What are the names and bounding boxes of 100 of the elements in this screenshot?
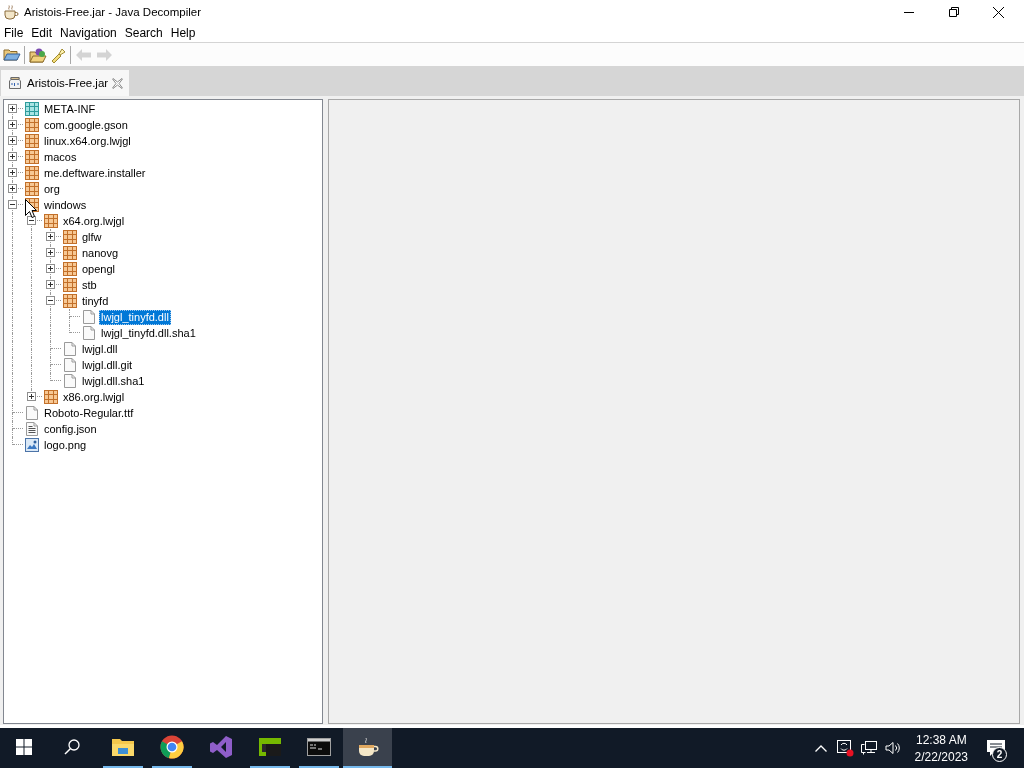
menu-item[interactable]: File <box>0 24 28 42</box>
tree-item[interactable]: logo.png <box>42 437 89 453</box>
taskbar-app[interactable] <box>343 728 392 768</box>
plus-icon <box>48 282 53 287</box>
chevron-up-icon <box>814 744 827 752</box>
plus-icon <box>48 250 53 255</box>
expand-toggle[interactable] <box>27 392 36 401</box>
file-icon <box>63 374 77 388</box>
tree-item[interactable]: linux.x64.org.lwjgl <box>42 133 133 149</box>
menu-item[interactable]: Edit <box>27 24 57 42</box>
plus-icon <box>10 170 15 175</box>
plus-icon <box>10 138 15 143</box>
minimize-icon <box>903 11 914 13</box>
tree-item[interactable]: org <box>42 181 62 197</box>
tree-item[interactable]: windows <box>42 197 89 213</box>
expand-toggle[interactable] <box>46 248 55 257</box>
restore-icon <box>948 7 959 17</box>
terminal-icon <box>306 738 331 756</box>
expand-toggle[interactable] <box>8 168 17 177</box>
tree-item[interactable]: me.deftware.installer <box>42 165 148 181</box>
infinity-ribbon-icon <box>208 735 233 759</box>
file-icon <box>63 358 77 372</box>
expand-toggle[interactable] <box>8 200 17 209</box>
square-logo-icon <box>258 738 281 756</box>
close-icon <box>112 77 124 89</box>
expand-toggle[interactable] <box>46 232 55 241</box>
menu-item[interactable]: Search <box>120 24 167 42</box>
minus-icon <box>10 202 15 207</box>
tree-item[interactable]: META-INF <box>42 101 98 117</box>
windows-logo-icon <box>16 739 32 755</box>
plus-icon <box>10 154 15 159</box>
expand-toggle[interactable] <box>8 104 17 113</box>
search-icon <box>64 739 80 755</box>
right-arrow-icon <box>95 46 113 63</box>
file-icon <box>82 326 96 340</box>
file-icon <box>25 406 39 420</box>
image-file-icon <box>25 438 39 452</box>
notification-count: 2 <box>992 747 1007 762</box>
package-icon <box>44 390 58 404</box>
package-icon <box>25 166 39 180</box>
expand-toggle[interactable] <box>8 120 17 129</box>
tree-item[interactable]: stb <box>80 277 99 293</box>
minus-icon <box>29 218 34 223</box>
plus-icon <box>29 394 34 399</box>
grid-icon <box>25 102 39 116</box>
tree-item[interactable]: lwjgl_tinyfd.dll.sha1 <box>99 325 198 341</box>
plus-icon <box>10 106 15 111</box>
package-icon <box>63 294 77 308</box>
package-icon <box>25 182 39 196</box>
file-icon <box>82 310 96 324</box>
tree-item[interactable]: lwjgl.dll.sha1 <box>80 373 147 389</box>
sync-window-icon <box>835 739 854 757</box>
tree-item[interactable]: glfw <box>80 229 104 245</box>
browser-icon <box>159 735 184 759</box>
package-icon <box>63 246 77 260</box>
coffee-cup-icon <box>356 736 379 758</box>
network-icon <box>859 740 878 756</box>
close-icon <box>993 6 1004 18</box>
jar-icon <box>8 76 22 90</box>
menu-item[interactable]: Navigation <box>56 24 121 42</box>
package-icon <box>25 150 39 164</box>
expand-toggle[interactable] <box>46 296 55 305</box>
clock[interactable]: 12:38 AM 2/22/2023 <box>906 732 976 764</box>
tree-item[interactable]: opengl <box>80 261 118 277</box>
speaker-icon <box>884 741 901 755</box>
notification-button[interactable]: 2 <box>976 728 1024 768</box>
tree-item[interactable]: lwjgl.dll.git <box>80 357 135 373</box>
expand-toggle[interactable] <box>8 152 17 161</box>
expand-toggle[interactable] <box>8 184 17 193</box>
tree-item[interactable]: x86.org.lwjgl <box>61 389 127 405</box>
plus-icon <box>48 234 53 239</box>
plus-icon <box>48 266 53 271</box>
flashlight-icon <box>49 46 67 63</box>
tree-item[interactable]: lwjgl.dll <box>80 341 120 357</box>
package-icon <box>63 278 77 292</box>
package-icon <box>44 214 58 228</box>
tree-item[interactable]: com.google.gson <box>42 117 130 133</box>
package-icon <box>63 262 77 276</box>
minus-icon <box>48 298 53 303</box>
menu-item[interactable]: Help <box>166 24 200 42</box>
file-tab[interactable]: Aristois-Free.jar <box>1 70 130 96</box>
tree-item[interactable]: Roboto-Regular.ttf <box>42 405 136 421</box>
tree-item[interactable]: macos <box>42 149 79 165</box>
expand-toggle[interactable] <box>8 136 17 145</box>
expand-toggle[interactable] <box>46 280 55 289</box>
mouse-pointer-icon <box>25 199 37 219</box>
folder-ball-icon <box>29 46 47 63</box>
package-icon <box>25 134 39 148</box>
tree-item[interactable]: nanovg <box>80 245 121 261</box>
folder-icon <box>3 46 21 63</box>
expand-toggle[interactable] <box>46 264 55 273</box>
plus-icon <box>10 122 15 127</box>
text-file-icon <box>25 422 39 436</box>
tree-item[interactable]: x64.org.lwjgl <box>61 213 127 229</box>
tree-item[interactable]: tinyfd <box>80 293 111 309</box>
tree-item[interactable]: lwjgl_tinyfd.dll <box>99 309 171 325</box>
coffee-cup-icon <box>3 4 19 20</box>
plus-icon <box>10 186 15 191</box>
window-title: Aristois-Free.jar - Java Decompiler <box>24 6 201 18</box>
tree-item[interactable]: config.json <box>42 421 99 437</box>
